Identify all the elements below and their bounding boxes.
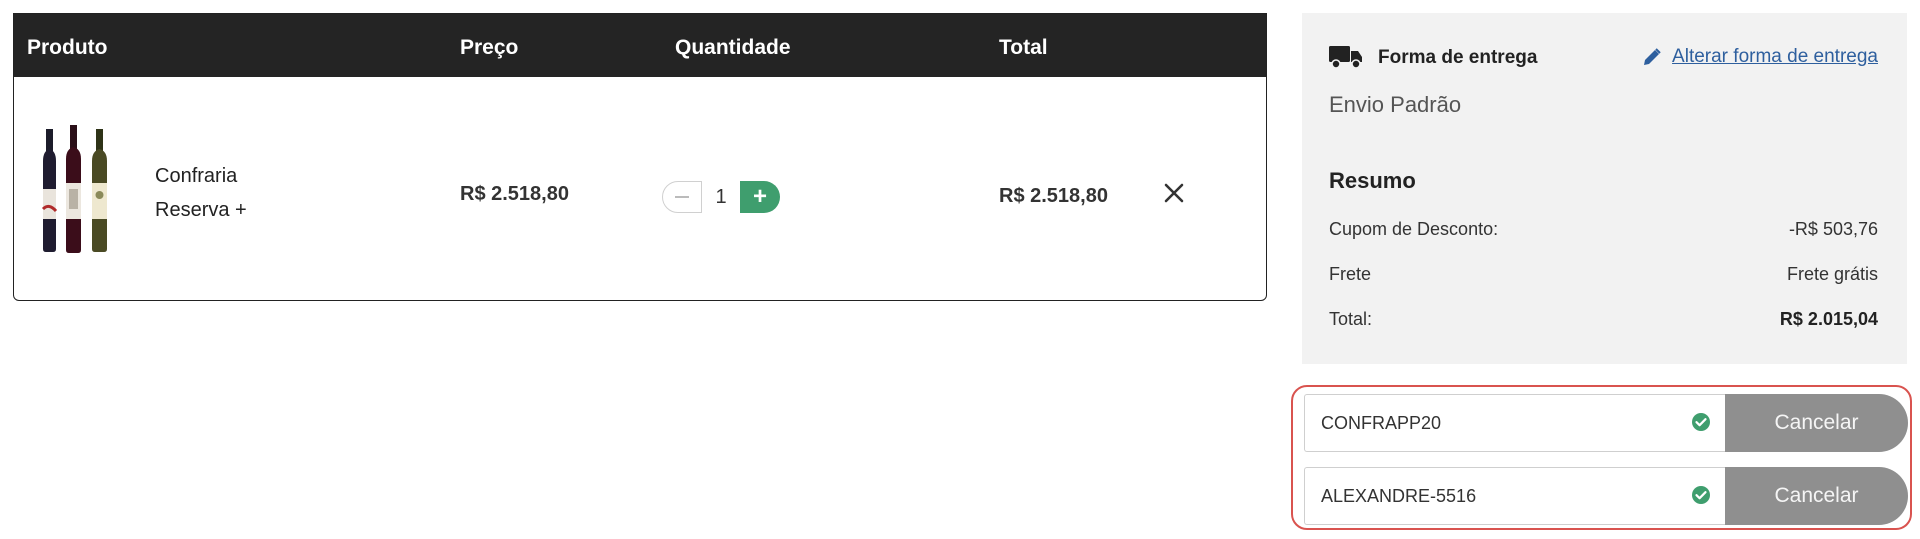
header-total: Total [999,36,1048,59]
truck-icon [1329,46,1362,69]
summary-row-total: Total: R$ 2.015,04 [1329,309,1878,330]
summary-value: -R$ 503,76 [1788,219,1878,239]
header-price: Preço [460,36,519,59]
header-product: Produto [27,36,108,59]
pencil-icon [1644,48,1661,65]
wine-bottles-image [41,125,107,253]
check-circle-icon [1692,486,1710,504]
product-name-line1: Confraria [155,165,238,187]
applied-coupons: CONFRAPP20 Cancelar ALEXANDRE-5516 Cance… [1291,385,1912,530]
summary-label: Cupom de Desconto: [1329,219,1499,239]
quantity-stepper: 1 + [662,180,780,214]
check-circle-icon [1692,413,1710,431]
coupon-code: ALEXANDRE-5516 [1321,485,1477,506]
close-icon[interactable] [1154,173,1194,213]
coupon-code: CONFRAPP20 [1321,412,1442,433]
product-name-line2: Reserva + [155,199,247,221]
increase-quantity-button[interactable]: + [740,181,780,213]
quantity-value: 1 [715,185,727,208]
product-name[interactable]: Confraria Reserva + [155,159,247,227]
plus-icon: + [752,183,767,210]
change-shipping-label: Alterar forma de entrega [1672,46,1878,67]
decrease-quantity-button[interactable] [662,181,702,213]
coupon-item: CONFRAPP20 Cancelar [1304,394,1908,452]
shipping-method: Envio Padrão [1329,92,1462,117]
coupon-item: ALEXANDRE-5516 Cancelar [1304,467,1908,525]
summary-label: Total: [1329,309,1373,329]
coupon-code-field[interactable]: CONFRAPP20 [1304,394,1725,452]
item-total: R$ 2.518,80 [999,185,1108,207]
cart-item-row: Confraria Reserva + R$ 2.518,80 1 + R$ 2… [14,77,1266,300]
summary-label: Frete [1329,264,1372,284]
minus-icon [675,196,689,198]
cart-table: Produto Preço Quantidade Total Confraria… [13,13,1267,301]
summary-title: Resumo [1329,168,1416,193]
order-summary-panel: Forma de entrega Alterar forma de entreg… [1302,13,1907,364]
shipping-title: Forma de entrega [1378,47,1538,68]
summary-row-shipping: Frete Frete grátis [1329,264,1878,285]
summary-value: Frete grátis [1786,264,1878,284]
product-price: R$ 2.518,80 [460,183,569,205]
cart-table-header: Produto Preço Quantidade Total [14,14,1266,77]
cancel-coupon-button[interactable]: Cancelar [1725,394,1908,452]
cancel-coupon-button[interactable]: Cancelar [1725,467,1908,525]
header-quantity: Quantidade [675,36,791,59]
change-shipping-link[interactable]: Alterar forma de entrega [1642,46,1878,68]
coupon-code-field[interactable]: ALEXANDRE-5516 [1304,467,1725,525]
summary-total-value: R$ 2.015,04 [1779,309,1878,329]
summary-row-discount: Cupom de Desconto: -R$ 503,76 [1329,219,1878,240]
